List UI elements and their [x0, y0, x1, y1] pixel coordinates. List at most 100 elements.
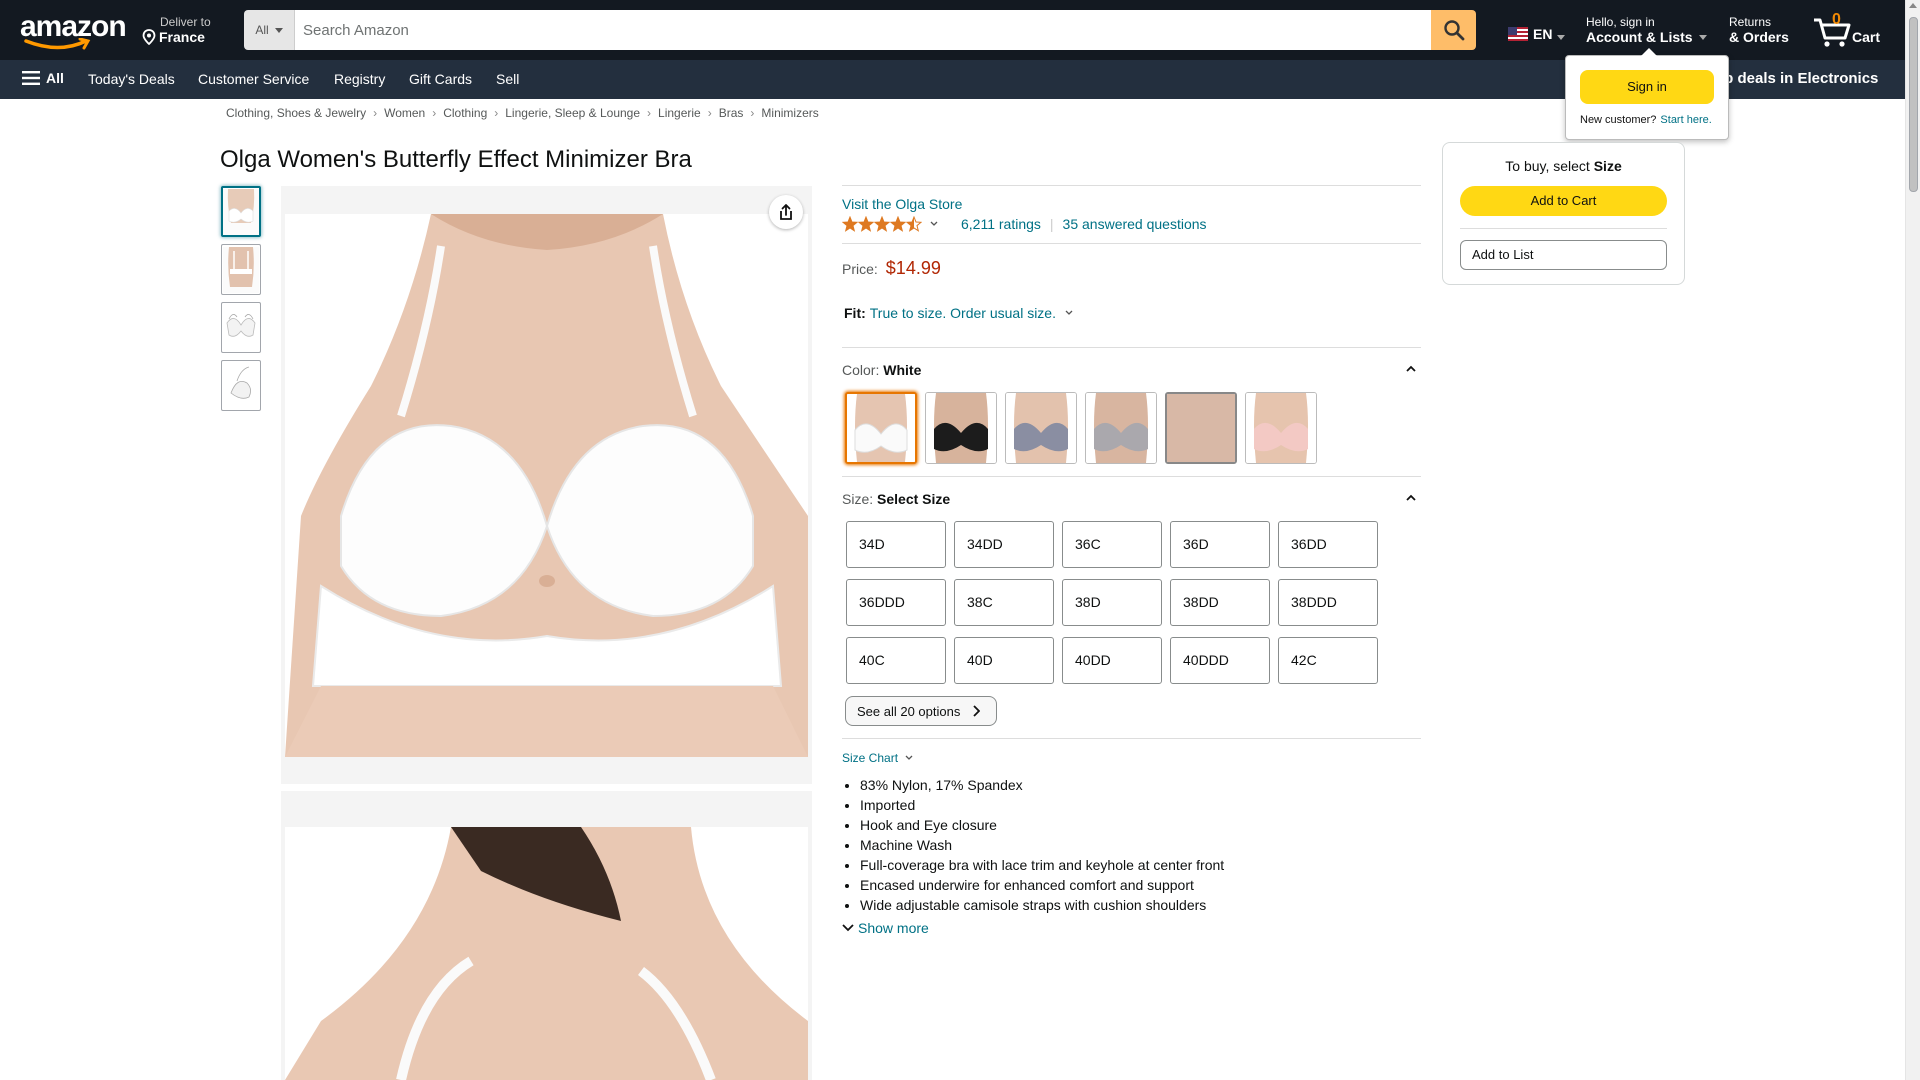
- divider: [842, 738, 1421, 739]
- breadcrumb-item[interactable]: Clothing, Shoes & Jewelry: [226, 106, 366, 120]
- size-option[interactable]: 40D: [954, 637, 1054, 684]
- returns-orders[interactable]: Returns & Orders: [1729, 15, 1789, 45]
- size-option[interactable]: 40DD: [1062, 637, 1162, 684]
- visit-store-link[interactable]: Visit the Olga Store: [842, 196, 962, 212]
- chevron-up-icon[interactable]: [1404, 362, 1418, 376]
- breadcrumb-item[interactable]: Minimizers: [761, 106, 818, 120]
- swatch-nude-image: [1167, 394, 1235, 462]
- nav-link-sell[interactable]: Sell: [496, 71, 519, 87]
- product-thumbnail-3[interactable]: [221, 302, 261, 353]
- rating-separator: |: [1049, 216, 1054, 232]
- feature-bullet: Encased underwire for enhanced comfort a…: [860, 875, 1224, 895]
- color-swatch-silver[interactable]: [1085, 392, 1157, 464]
- see-all-sizes-button[interactable]: See all 20 options: [845, 696, 997, 726]
- scrollbar-thumb[interactable]: [1909, 17, 1918, 192]
- bra-side-thumbnail-icon: [223, 362, 259, 409]
- breadcrumb-separator-icon: ›: [373, 106, 378, 120]
- share-button[interactable]: [769, 195, 803, 229]
- account-lists-label: Account & Lists: [1586, 29, 1693, 45]
- nav-link-gift-cards[interactable]: Gift Cards: [409, 71, 472, 87]
- fit-row[interactable]: Fit: True to size. Order usual size.: [844, 305, 1074, 321]
- account-lists[interactable]: Hello, sign in Account & Lists: [1586, 15, 1707, 45]
- breadcrumb-item[interactable]: Women: [384, 106, 425, 120]
- color-swatch-pink[interactable]: [1245, 392, 1317, 464]
- product-thumbnail-1[interactable]: [221, 186, 261, 237]
- color-swatch-white[interactable]: [845, 392, 917, 464]
- nav-belt: amazon Deliver to France All Search Amaz…: [0, 0, 1905, 60]
- size-chart-link[interactable]: Size Chart: [842, 751, 914, 765]
- page-scrollbar[interactable]: [1905, 0, 1920, 1080]
- price-value: $14.99: [885, 258, 941, 278]
- secondary-product-image[interactable]: [281, 791, 812, 1080]
- breadcrumb-item[interactable]: Lingerie: [658, 106, 701, 120]
- bra-back-thumbnail-icon: [223, 246, 259, 293]
- add-to-cart-button[interactable]: Add to Cart: [1460, 186, 1667, 216]
- search-button[interactable]: [1431, 10, 1476, 50]
- nav-link-customer-service[interactable]: Customer Service: [198, 71, 309, 87]
- color-swatch-black[interactable]: [925, 392, 997, 464]
- size-option[interactable]: 36C: [1062, 521, 1162, 568]
- buybox-prompt-prefix: To buy, select: [1505, 158, 1590, 174]
- size-option[interactable]: 36DDD: [846, 579, 946, 626]
- size-option[interactable]: 42C: [1278, 637, 1378, 684]
- share-icon: [780, 204, 792, 220]
- size-option[interactable]: 34D: [846, 521, 946, 568]
- search-category-select[interactable]: All: [244, 10, 295, 50]
- star-rating[interactable]: [842, 216, 939, 232]
- search-input[interactable]: [295, 10, 1431, 50]
- start-here-link[interactable]: Start here.: [1660, 114, 1711, 126]
- color-swatch-gray-blue[interactable]: [1005, 392, 1077, 464]
- show-more-link[interactable]: Show more: [842, 920, 929, 936]
- main-product-image[interactable]: [281, 186, 812, 784]
- color-swatch-nude[interactable]: [1165, 392, 1237, 464]
- breadcrumb-item[interactable]: Clothing: [443, 106, 487, 120]
- search-icon: [1443, 20, 1464, 41]
- product-title: Olga Women's Butterfly Effect Minimizer …: [220, 146, 692, 173]
- divider: [842, 185, 1421, 186]
- divider: [1460, 228, 1667, 229]
- size-label: Size:: [842, 491, 874, 507]
- swatch-silver-image: [1086, 393, 1156, 463]
- breadcrumb-item[interactable]: Lingerie, Sleep & Lounge: [505, 106, 640, 120]
- nav-promo-electronics[interactable]: op deals in Electronics: [1715, 70, 1878, 87]
- language-label: EN: [1533, 26, 1553, 42]
- signin-button[interactable]: Sign in: [1580, 70, 1714, 104]
- ratings-count-link[interactable]: 6,211 ratings: [961, 216, 1041, 232]
- all-menu-button[interactable]: All: [22, 70, 64, 86]
- nav-link-todays-deals[interactable]: Today's Deals: [88, 71, 175, 87]
- product-thumbnail-4[interactable]: [221, 360, 261, 411]
- language-selector[interactable]: EN: [1508, 26, 1566, 42]
- color-value: White: [883, 362, 922, 378]
- search-category-label: All: [255, 23, 269, 37]
- chevron-up-icon[interactable]: [1404, 491, 1418, 505]
- chevron-right-icon: [973, 705, 981, 717]
- size-option[interactable]: 40C: [846, 637, 946, 684]
- caret-down-icon: [1698, 34, 1707, 40]
- size-option[interactable]: 38C: [954, 579, 1054, 626]
- breadcrumb-separator-icon: ›: [494, 106, 499, 120]
- fit-label: Fit:: [844, 305, 866, 321]
- size-option[interactable]: 38DD: [1170, 579, 1270, 626]
- answered-questions-link[interactable]: 35 answered questions: [1063, 216, 1207, 232]
- add-to-list-button[interactable]: Add to List: [1460, 240, 1667, 270]
- size-option[interactable]: 38D: [1062, 579, 1162, 626]
- size-option[interactable]: 34DD: [954, 521, 1054, 568]
- deliver-to-label: Deliver to: [160, 15, 211, 29]
- feature-bullet: Imported: [860, 795, 1224, 815]
- signin-flyout: Sign in New customer? Start here.: [1565, 48, 1729, 140]
- amazon-logo[interactable]: amazon: [20, 12, 127, 50]
- scroll-up-icon[interactable]: [1909, 3, 1917, 8]
- deliver-to[interactable]: Deliver to France: [142, 15, 211, 45]
- size-option[interactable]: 36D: [1170, 521, 1270, 568]
- cart-button[interactable]: 0 Cart: [1812, 10, 1882, 50]
- swatch-black-image: [926, 393, 996, 463]
- nav-link-registry[interactable]: Registry: [334, 71, 385, 87]
- feature-bullets: 83% Nylon, 17% Spandex Imported Hook and…: [860, 775, 1224, 915]
- product-thumbnail-2[interactable]: [221, 244, 261, 295]
- breadcrumb-item[interactable]: Bras: [719, 106, 744, 120]
- size-option[interactable]: 38DDD: [1278, 579, 1378, 626]
- size-option[interactable]: 36DD: [1278, 521, 1378, 568]
- size-option[interactable]: 40DDD: [1170, 637, 1270, 684]
- divider: [842, 476, 1421, 477]
- size-heading: Size: Select Size: [842, 491, 950, 507]
